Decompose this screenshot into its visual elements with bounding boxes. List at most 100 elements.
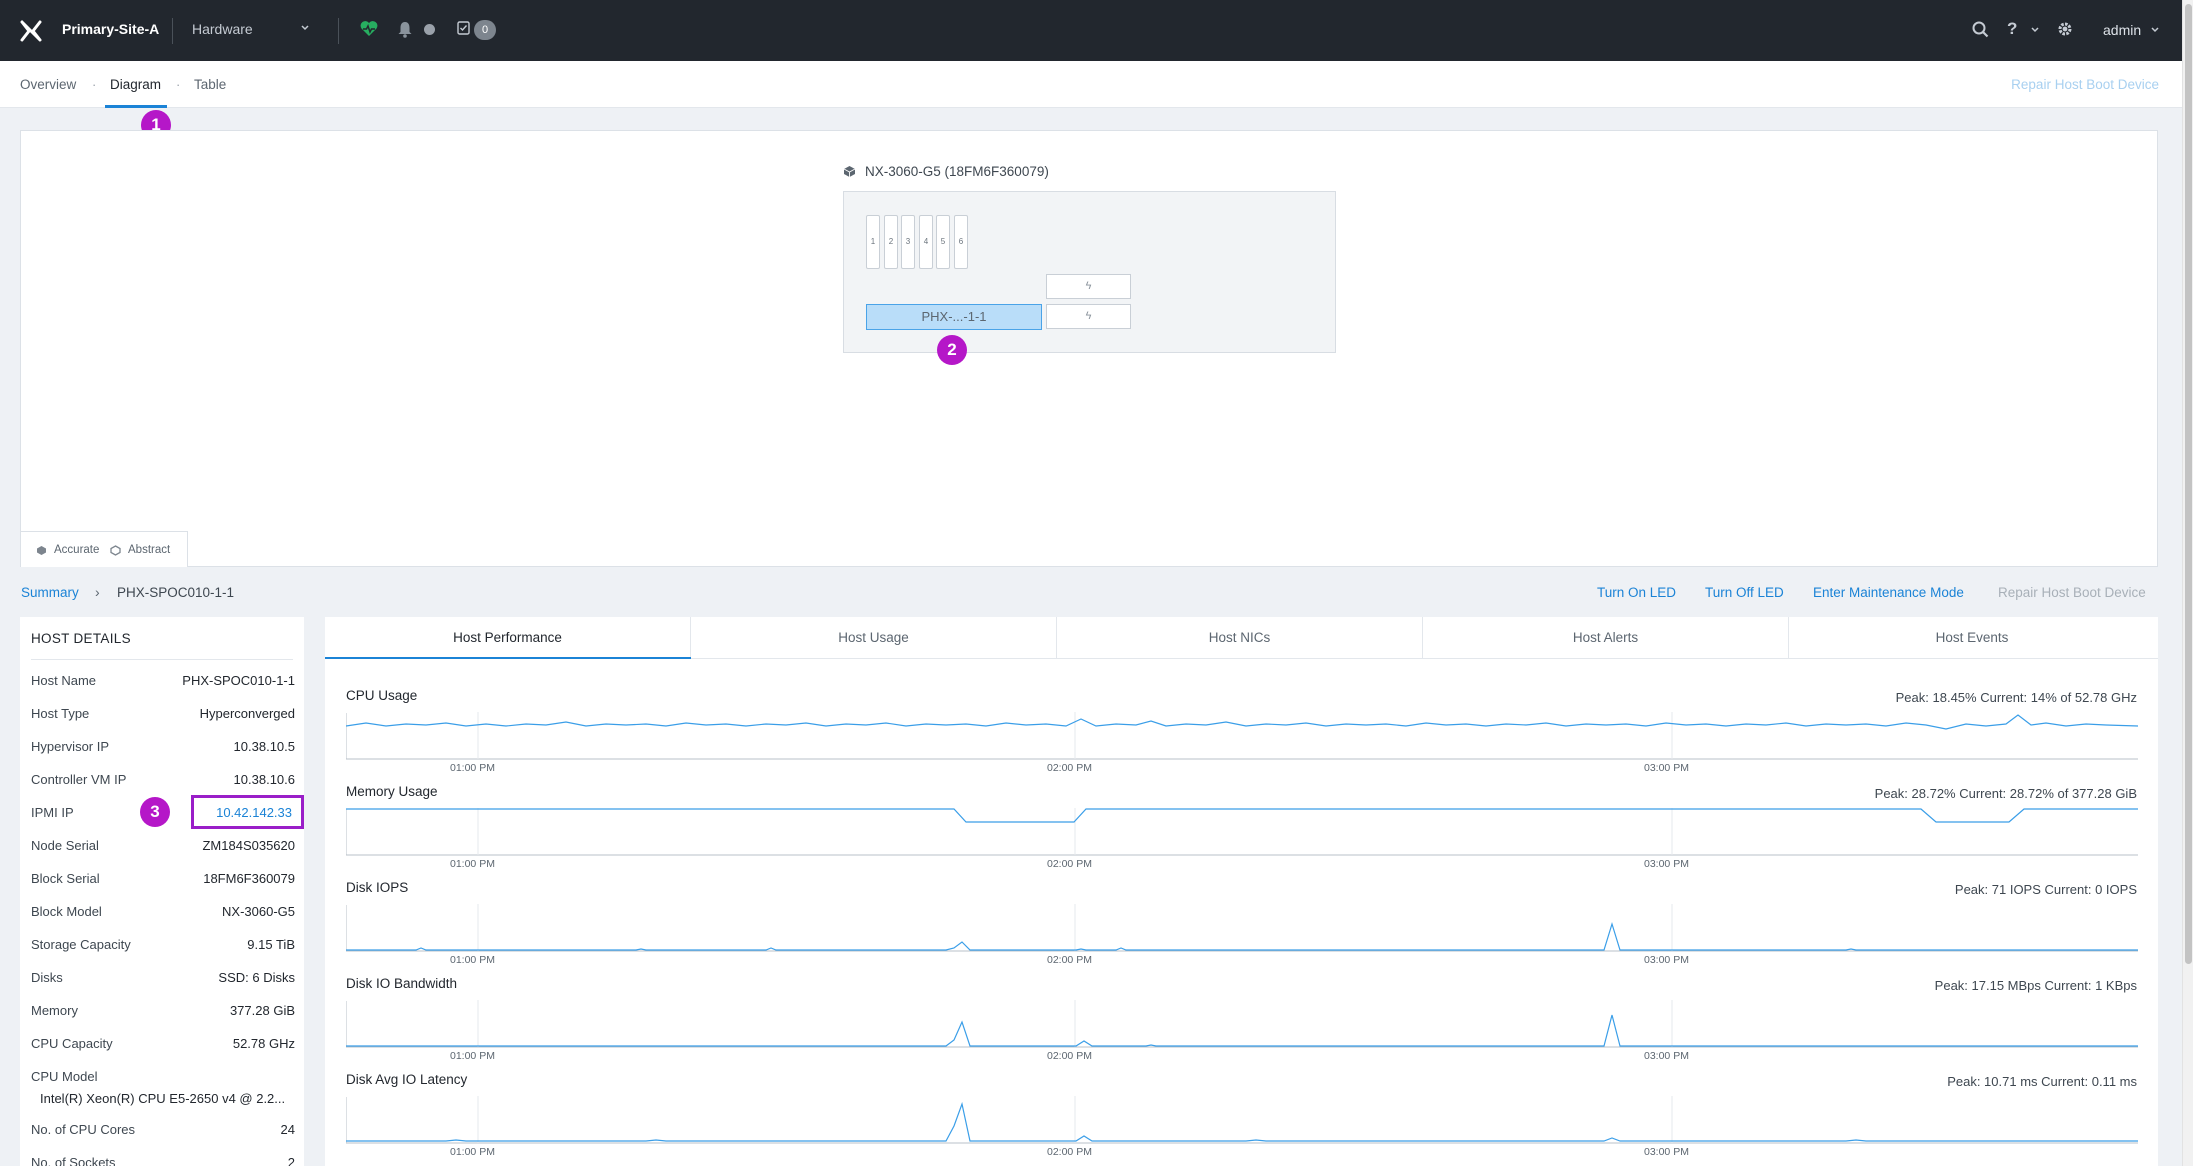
tab-diagram[interactable]: Diagram — [110, 77, 161, 92]
memory-usage-sparkline[interactable] — [346, 808, 2138, 856]
divider — [338, 18, 339, 44]
detail-value: 10.38.10.6 — [233, 772, 295, 787]
cpu-model-value: Intel(R) Xeon(R) CPU E5-2650 v4 @ 2.2... — [40, 1091, 286, 1106]
time-tick: 01:00 PM — [450, 1146, 495, 1158]
time-tick: 02:00 PM — [1047, 858, 1092, 870]
tab-host-events[interactable]: Host Events — [1789, 617, 2155, 659]
bell-icon[interactable] — [397, 21, 413, 38]
detail-key: Controller VM IP — [31, 772, 127, 787]
scrollbar-thumb[interactable] — [2185, 4, 2192, 964]
cpu-usage-sparkline[interactable] — [346, 712, 2138, 760]
alert-status-dot[interactable] — [424, 24, 435, 35]
repair-host-boot-device-button[interactable]: Repair Host Boot Device — [1998, 585, 2146, 600]
tab-overview[interactable]: Overview — [20, 77, 76, 92]
detail-row-controller-vm-ip: Controller VM IP 10.38.10.6 — [31, 772, 295, 792]
disk-slot[interactable]: 5 — [936, 215, 950, 269]
time-tick: 02:00 PM — [1047, 954, 1092, 966]
detail-row-block-serial: Block Serial 18FM6F360079 — [31, 871, 295, 891]
selected-node[interactable]: PHX-...-1-1 — [866, 304, 1042, 330]
chart-stat-disk-avg-io-latency: Peak: 10.71 ms Current: 0.11 ms — [1947, 1074, 2137, 1089]
tab-host-alerts[interactable]: Host Alerts — [1423, 617, 1789, 659]
detail-value: 9.15 TiB — [247, 937, 295, 952]
tab-host-nics[interactable]: Host NICs — [1057, 617, 1423, 659]
detail-value: 2 — [287, 1155, 295, 1166]
host-details-panel: HOST DETAILS Host Name PHX-SPOC010-1-1 Ho… — [20, 617, 304, 1166]
disk-slot[interactable]: 6 — [954, 215, 968, 269]
time-tick: 03:00 PM — [1644, 1050, 1689, 1062]
turn-on-led-button[interactable]: Turn On LED — [1597, 585, 1676, 600]
view-mode-toggle: Accurate Abstract — [20, 531, 188, 567]
callout-badge-3: 3 — [140, 797, 170, 827]
user-menu[interactable]: admin — [2103, 22, 2141, 38]
time-tick: 02:00 PM — [1047, 762, 1092, 774]
time-tick: 03:00 PM — [1644, 954, 1689, 966]
active-tab-indicator — [325, 657, 691, 659]
accurate-view-icon[interactable] — [36, 545, 47, 556]
detail-row-sockets: No. of Sockets 2 — [31, 1155, 295, 1166]
chevron-down-icon[interactable] — [300, 23, 310, 33]
accurate-view-label[interactable]: Accurate — [54, 544, 99, 556]
detail-key: Host Type — [31, 706, 90, 721]
turn-off-led-button[interactable]: Turn Off LED — [1705, 585, 1784, 600]
time-tick: 02:00 PM — [1047, 1146, 1092, 1158]
disk-slot[interactable]: 1 — [866, 215, 880, 269]
tasks-icon[interactable] — [457, 21, 470, 35]
chart-title-disk-iops: Disk IOPS — [346, 880, 409, 895]
top-navbar: Primary-Site-A Hardware 0 ? admin — [0, 0, 2182, 61]
detail-row-cpu-model: CPU Model — [31, 1069, 295, 1089]
detail-key: Memory — [31, 1003, 78, 1018]
chassis-icon — [843, 166, 856, 177]
chevron-down-icon[interactable] — [2030, 25, 2040, 35]
chart-stat-disk-iops: Peak: 71 IOPS Current: 0 IOPS — [1954, 882, 2137, 897]
repair-host-boot-device-button[interactable]: Repair Host Boot Device — [2011, 77, 2159, 92]
detail-row-storage-capacity: Storage Capacity 9.15 TiB — [31, 937, 295, 957]
chevron-down-icon[interactable] — [2150, 25, 2160, 35]
detail-value: 52.78 GHz — [232, 1036, 295, 1051]
disk-slot[interactable]: 4 — [919, 215, 933, 269]
cluster-name[interactable]: Primary-Site-A — [62, 21, 159, 37]
chart-title-memory-usage: Memory Usage — [346, 784, 438, 799]
ipmi-highlight-box — [191, 795, 304, 829]
detail-key: Storage Capacity — [31, 937, 131, 952]
disk-avg-io-latency-sparkline[interactable] — [346, 1096, 2138, 1144]
detail-key: No. of Sockets — [31, 1155, 116, 1166]
detail-row-cpu-capacity: CPU Capacity 52.78 GHz — [31, 1036, 295, 1056]
empty-node-slot[interactable]: ϟ — [1046, 274, 1131, 299]
nutanix-logo-icon[interactable] — [19, 19, 43, 43]
enter-maintenance-mode-button[interactable]: Enter Maintenance Mode — [1813, 585, 1964, 600]
section-select[interactable]: Hardware — [192, 21, 253, 37]
vertical-scrollbar[interactable] — [2182, 0, 2193, 1166]
detail-row-host-name: Host Name PHX-SPOC010-1-1 — [31, 673, 295, 693]
detail-key: CPU Capacity — [31, 1036, 113, 1051]
chart-title-disk-avg-io-latency: Disk Avg IO Latency — [346, 1072, 468, 1087]
tab-host-performance[interactable]: Host Performance — [325, 617, 691, 659]
disk-slot[interactable]: 3 — [901, 215, 915, 269]
search-icon[interactable] — [1972, 21, 1989, 38]
time-tick: 01:00 PM — [450, 858, 495, 870]
help-icon[interactable]: ? — [2007, 19, 2017, 39]
time-tick: 01:00 PM — [450, 954, 495, 966]
callout-badge-2: 2 — [937, 335, 967, 365]
health-heart-icon[interactable] — [359, 19, 379, 39]
detail-value: 10.38.10.5 — [233, 739, 295, 754]
chart-title-cpu-usage: CPU Usage — [346, 688, 418, 703]
disk-io-bandwidth-sparkline[interactable] — [346, 1000, 2138, 1048]
detail-row-memory: Memory 377.28 GiB — [31, 1003, 295, 1023]
gear-icon[interactable] — [2057, 21, 2073, 37]
detail-value: 24 — [280, 1122, 295, 1137]
disk-iops-sparkline[interactable] — [346, 904, 2138, 952]
detail-key: IPMI IP — [31, 805, 74, 820]
detail-key: Node Serial — [31, 838, 99, 853]
tab-host-usage[interactable]: Host Usage — [691, 617, 1057, 659]
view-tabs-bar: Overview · Diagram · Table — [0, 61, 2182, 108]
task-count-badge[interactable]: 0 — [474, 20, 496, 40]
abstract-view-label[interactable]: Abstract — [128, 544, 170, 556]
disk-slot[interactable]: 2 — [884, 215, 898, 269]
detail-key: Host Name — [31, 673, 97, 688]
chart-title-disk-io-bandwidth: Disk IO Bandwidth — [346, 976, 458, 991]
breadcrumb-summary[interactable]: Summary — [21, 585, 79, 600]
abstract-view-icon[interactable] — [110, 545, 121, 556]
tab-table[interactable]: Table — [194, 77, 226, 92]
breadcrumb-chevron-icon: › — [95, 584, 100, 600]
empty-node-slot[interactable]: ϟ — [1046, 304, 1131, 329]
